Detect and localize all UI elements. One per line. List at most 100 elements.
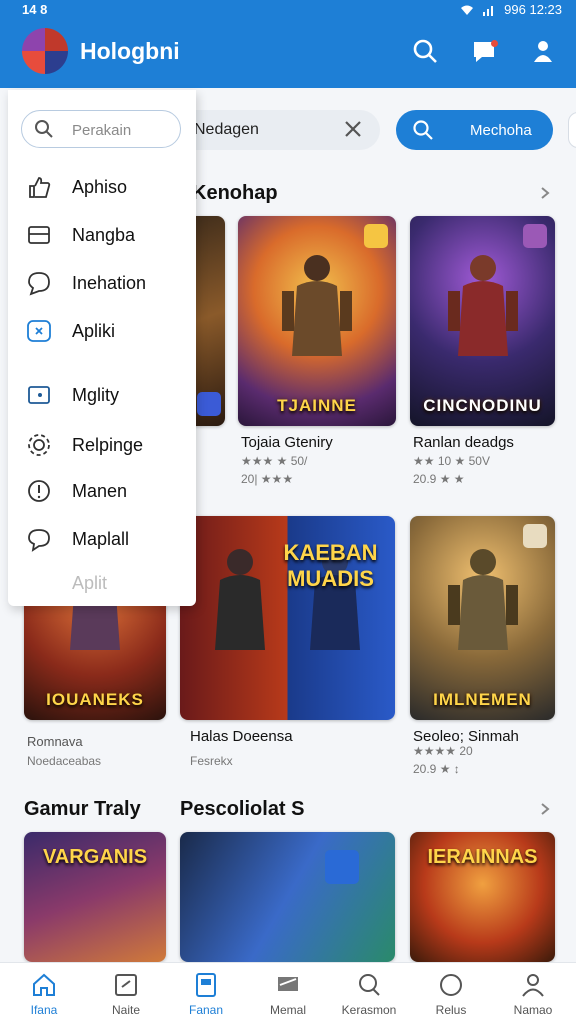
drawer-item-label: Apliki — [72, 321, 116, 341]
nav-home[interactable]: Ifana — [3, 971, 85, 1021]
card-title: Ranlan deadgs — [413, 434, 514, 451]
nav-label: Namao — [513, 1003, 553, 1017]
filter-button[interactable] — [568, 112, 576, 148]
drawer-item-label: Relpinge — [72, 435, 144, 455]
search-input[interactable]: Nedagen — [176, 110, 380, 150]
card-rating: ★★★★ 20 — [413, 744, 473, 758]
card-meta: Noedaceabas — [27, 754, 102, 768]
game-badge-icon — [523, 224, 547, 248]
card-icon — [28, 226, 50, 244]
hero-figure-icon — [215, 549, 266, 650]
tablet-icon — [115, 974, 137, 996]
game-card[interactable]: IERAINNAS — [410, 832, 555, 962]
drawer-item-label: Inehation — [72, 273, 147, 293]
drawer-item[interactable]: Maplall — [26, 522, 186, 556]
info-icon — [28, 480, 50, 502]
app-name: Hologbni — [80, 38, 180, 64]
section-title: Gamur Traly — [24, 798, 141, 820]
app-bar: 14 8 996 12:23 Hologbni — [0, 0, 576, 88]
game-art-title: TJAINNE — [277, 396, 357, 415]
card-rating: ★★ 10 ★ 50V — [413, 454, 490, 468]
drawer-item-label: Aplit — [72, 573, 108, 593]
card-title: Romnava — [27, 734, 83, 749]
nav-item[interactable]: Kerasmon — [328, 971, 410, 1021]
drawer-item[interactable]: Mglity — [26, 378, 186, 412]
card-meta: Fesrekx — [190, 754, 233, 768]
game-art-title: KAEBAN MUADIS — [283, 540, 378, 591]
nav-item[interactable]: Relus — [410, 971, 492, 1021]
bubble-icon — [28, 529, 50, 552]
game-card[interactable]: IMLNEMEN — [410, 516, 555, 720]
wifi-icon — [461, 5, 474, 15]
chevron-right-icon[interactable] — [538, 186, 552, 200]
nav-label: Memal — [269, 1003, 306, 1017]
game-art-title: IMLNEMEN — [433, 690, 532, 709]
nav-label: Kerasmon — [341, 1003, 397, 1017]
send-icon — [278, 977, 298, 991]
signal-icon — [483, 5, 494, 16]
gear-icon — [28, 434, 50, 456]
card-title: Tojaia Gteniry — [241, 434, 333, 451]
game-card[interactable]: TJAINNE — [238, 216, 396, 426]
library-icon — [196, 973, 216, 997]
section-title: Pescoliolat S — [180, 798, 305, 820]
game-card[interactable]: CINCNODINU — [410, 216, 555, 426]
notification-button[interactable] — [472, 38, 498, 64]
nav-item[interactable]: Memal — [247, 971, 329, 1021]
game-card[interactable]: KAEBAN MUADIS — [180, 516, 395, 720]
image-icon — [28, 386, 50, 404]
card-title: Seoleo; Sinmah — [413, 728, 519, 745]
drawer-item-label: Mglity — [72, 385, 120, 405]
search-button-label: Mechoha — [470, 122, 532, 139]
hero-figure-icon — [447, 549, 518, 650]
close-icon[interactable] — [342, 118, 364, 140]
search-icon — [359, 974, 380, 996]
drawer-item[interactable]: Manen — [26, 474, 186, 508]
bottom-navigation: Ifana Naite Fanan Memal Kerasmon Relus N… — [0, 962, 576, 1024]
nav-label: Naite — [111, 1003, 140, 1017]
drawer-item[interactable]: Apliki — [26, 314, 186, 348]
game-card[interactable] — [180, 832, 395, 962]
game-art-title: VARGANIS — [42, 846, 148, 868]
notification-dot — [491, 40, 498, 47]
nav-label: Fanan — [188, 1003, 224, 1017]
search-icon — [35, 120, 53, 138]
nav-item[interactable]: Namao — [492, 971, 574, 1021]
drawer-search-input[interactable]: Perakain — [21, 110, 181, 148]
game-card[interactable]: VARGANIS — [24, 832, 166, 962]
card-meta: 20.9 ★ ↕ — [413, 762, 460, 776]
drawer-item[interactable]: Relpinge — [26, 428, 186, 462]
hero-figure-icon — [447, 255, 518, 356]
card-meta: 20.9 ★ ★ — [413, 472, 465, 486]
status-right-text: 996 12:23 — [504, 2, 562, 17]
profile-icon[interactable] — [530, 38, 556, 64]
chevron-right-icon[interactable] — [538, 802, 552, 816]
app-icon — [27, 320, 51, 342]
game-art-title: IERAINNAS — [427, 846, 538, 868]
navigation-drawer: Perakain Aphiso Nangba Inehation Apliki … — [8, 90, 196, 606]
drawer-search-placeholder: Perakain — [72, 122, 132, 139]
game-art — [180, 832, 395, 962]
card-rating: ★★★ ★ 50/ — [241, 454, 308, 468]
game-art-title: IOUANEKS — [46, 690, 144, 709]
drawer-item[interactable]: Nangba — [26, 218, 186, 252]
nav-item[interactable]: Naite — [85, 971, 167, 1021]
status-time: 14 8 — [22, 2, 48, 17]
thumb-icon — [29, 177, 51, 198]
drawer-item[interactable]: Inehation — [26, 266, 186, 300]
drawer-item[interactable]: Aplit — [26, 566, 186, 600]
status-icons: 996 12:23 — [460, 2, 562, 17]
circle-icon — [440, 974, 462, 996]
card-meta: 20| ★★★ — [241, 472, 294, 486]
card-title: Halas Doeensa — [190, 728, 293, 745]
search-button[interactable]: Mechoha — [396, 110, 553, 150]
nav-label: Ifana — [30, 1003, 58, 1017]
chat-icon — [28, 272, 50, 296]
game-badge-icon — [325, 850, 359, 884]
game-art-title: CINCNODINU — [423, 396, 542, 415]
drawer-item[interactable]: Aphiso — [26, 170, 186, 204]
nav-item[interactable]: Fanan — [165, 971, 247, 1021]
drawer-item-label: Manen — [72, 481, 128, 501]
search-icon[interactable] — [412, 38, 438, 64]
app-logo — [22, 28, 68, 74]
